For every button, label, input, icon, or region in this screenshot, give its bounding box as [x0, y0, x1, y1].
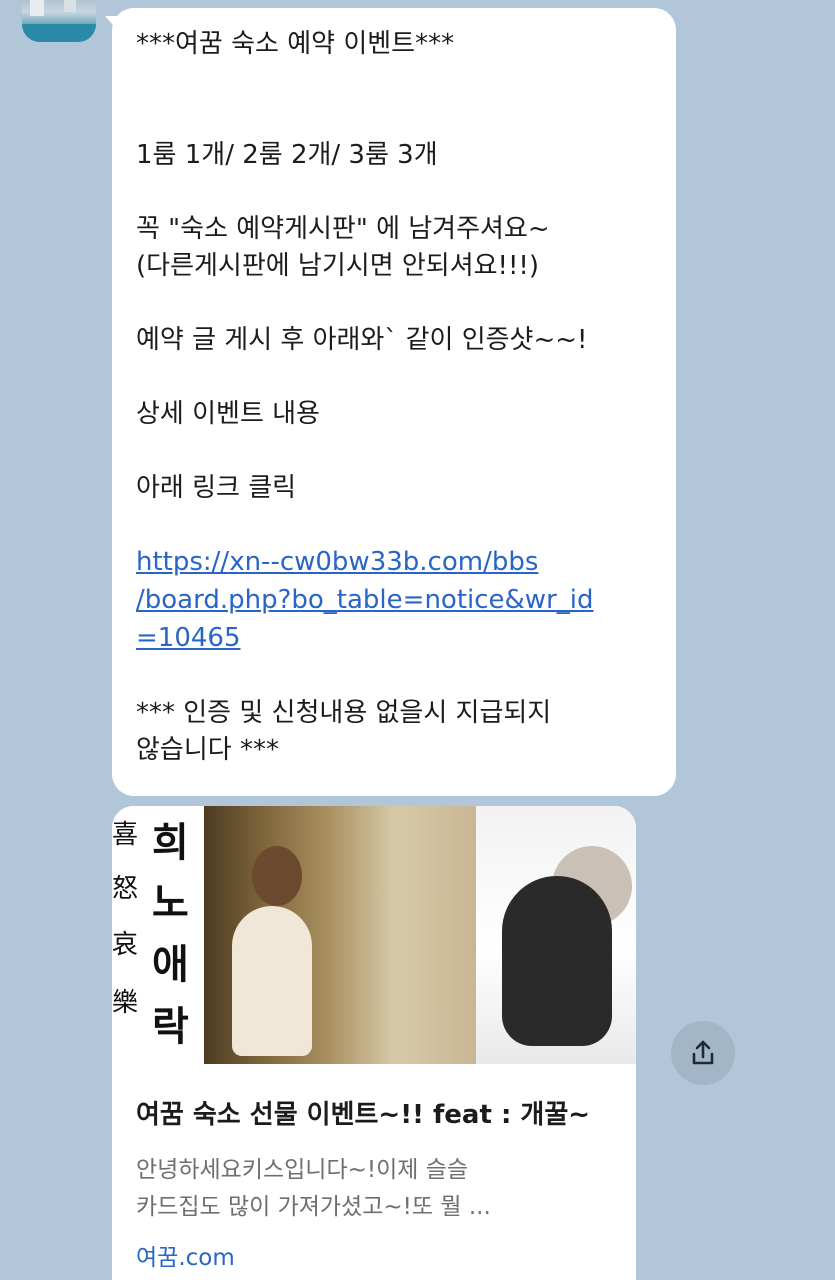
message-rooms: 1룸 1개/ 2룸 2개/ 3룸 3개: [136, 140, 438, 170]
avatar-building: [64, 0, 76, 12]
calligraphy-char: 애: [152, 941, 189, 988]
avatar-building: [30, 0, 44, 16]
calligraphy-char: 락: [152, 1003, 189, 1050]
link-preview-domain[interactable]: 여꿈.com: [136, 1238, 235, 1272]
profile-avatar[interactable]: [22, 0, 96, 42]
link-preview-description-line: 카드집도 많이 가져가셨고~!또 뭘 ...: [136, 1194, 491, 1220]
calligraphy-char: 怒: [112, 874, 139, 904]
message-warning: *** 인증 및 신청내용 없을시 지급되지: [136, 698, 552, 728]
message-warning: 않습니다 ***: [136, 735, 279, 765]
calligraphy-char: 樂: [112, 988, 139, 1018]
link-preview-title[interactable]: 여꿈 숙소 선물 이벤트~!! feat : 개꿀~: [136, 1094, 590, 1131]
link-preview-description: 안녕하세요키스입니다~!이제 슬슬 카드집도 많이 가져가셨고~!또 뭘 ...: [136, 1152, 491, 1226]
photo-hair: [502, 876, 612, 1046]
calligraphy-char: 喜: [112, 820, 139, 850]
calligraphy-panel: 喜 怒 哀 樂 희 노 애 락: [112, 806, 204, 1064]
message-instruction: 꼭 "숙소 예약게시판" 에 남겨주셔요~: [136, 214, 550, 244]
photo-figure-head: [252, 846, 302, 906]
message-details: 상세 이벤트 내용: [136, 399, 320, 429]
link-preview-image[interactable]: 喜 怒 哀 樂 희 노 애 락: [112, 806, 636, 1064]
link-preview-description-line: 안녕하세요키스입니다~!이제 슬슬: [136, 1157, 469, 1183]
calligraphy-char: 哀: [112, 930, 139, 960]
message-bubble[interactable]: ***여꿈 숙소 예약 이벤트*** 1룸 1개/ 2룸 2개/ 3룸 3개 꼭…: [112, 8, 676, 796]
photo-figure-body: [232, 906, 312, 1056]
share-button[interactable]: [671, 1021, 735, 1085]
event-link[interactable]: /board.php?bo_table=notice&wr_id: [136, 582, 656, 620]
message-instruction: (다른게시판에 남기시면 안되셔요!!!): [136, 251, 539, 281]
calligraphy-char: 희: [152, 819, 189, 866]
event-link[interactable]: =10465: [136, 620, 656, 658]
message-instruction: 예약 글 게시 후 아래와` 같이 인증샷~~!: [136, 325, 588, 355]
avatar-pool: [22, 24, 96, 42]
link-preview-card[interactable]: 喜 怒 哀 樂 희 노 애 락 여꿈 숙소 선물 이벤트~!! feat : 개…: [112, 806, 636, 1280]
message-title: ***여꿈 숙소 예약 이벤트***: [136, 29, 455, 59]
message-click-link: 아래 링크 클릭: [136, 473, 297, 503]
share-icon: [692, 1040, 714, 1065]
event-link[interactable]: https://xn--cw0bw33b.com/bbs: [136, 544, 656, 582]
calligraphy-char: 노: [152, 879, 189, 926]
